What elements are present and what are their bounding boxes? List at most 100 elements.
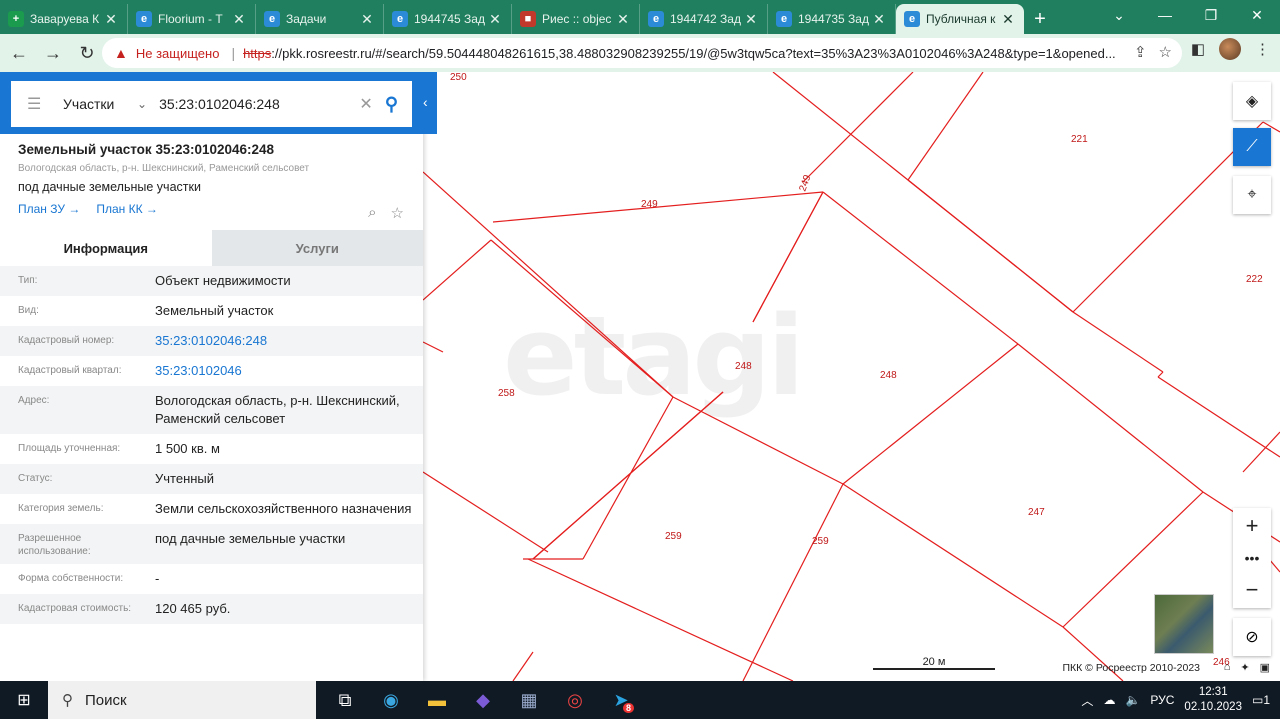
info-key: Статус: (18, 473, 53, 484)
bookmark-star-icon[interactable]: ☆ (1159, 43, 1172, 61)
green-plus-icon: + (8, 11, 24, 27)
close-tab-icon[interactable]: ✕ (359, 11, 375, 28)
fullscreen-icon[interactable]: ▣ (1260, 661, 1270, 674)
collapse-panel-icon[interactable]: ‹ (423, 94, 428, 110)
close-tab-icon[interactable]: ✕ (487, 11, 503, 28)
browser-tab[interactable]: e Floorium - Т ✕ (128, 4, 256, 34)
browser-tab[interactable]: e Задачи ✕ (256, 4, 384, 34)
compass-button[interactable]: ⊘ (1233, 618, 1271, 656)
zoom-out-button[interactable]: − (1246, 577, 1259, 603)
search-doc-icon[interactable]: ⌕ (368, 204, 376, 222)
etagi-icon: e (136, 11, 152, 27)
info-value[interactable]: 35:23:0102046:248 (155, 332, 423, 350)
chevron-down-icon[interactable]: ⌄ (1096, 0, 1142, 30)
satellite-minimap[interactable] (1154, 594, 1214, 654)
forward-icon[interactable]: → (38, 38, 68, 68)
browser-tab[interactable]: e 1944745 Зад ✕ (384, 4, 512, 34)
clock[interactable]: 12:31 02.10.2023 (1184, 685, 1242, 715)
close-tab-icon[interactable]: ✕ (231, 11, 247, 28)
chevron-down-icon[interactable]: ⌄ (137, 97, 147, 111)
share-icon[interactable]: ⇪ (1134, 43, 1147, 61)
plan-kk-link[interactable]: План КК → (96, 202, 158, 216)
close-tab-icon[interactable]: ✕ (615, 11, 631, 28)
tab-info[interactable]: Информация (0, 230, 212, 266)
parcel-boundary (907, 72, 984, 181)
ruler-icon: ⟋ (1246, 138, 1258, 155)
menu-icon[interactable]: ⋮ (1255, 40, 1270, 58)
search-type-select[interactable]: Участки (63, 96, 123, 112)
taskbar-search[interactable]: ⚲ Поиск (48, 681, 316, 719)
hamburger-icon[interactable]: ☰ (27, 94, 43, 114)
browser-tab[interactable]: + Заваруева К ✕ (0, 4, 128, 34)
info-value: Учтенный (155, 471, 215, 486)
chevron-up-icon[interactable]: ︿ (1081, 692, 1093, 709)
notification-icon[interactable]: ▭1 (1252, 693, 1270, 707)
date: 02.10.2023 (1184, 701, 1242, 713)
close-tab-icon[interactable]: ✕ (1000, 11, 1016, 28)
profile-avatar[interactable] (1219, 38, 1241, 60)
chrome-icon[interactable]: ◎ (552, 681, 598, 719)
parcel-label[interactable]: 221 (1071, 134, 1088, 145)
parcel-label[interactable]: 249 (641, 199, 658, 210)
windows-start-icon[interactable]: ⊞ (0, 681, 48, 719)
locate-button[interactable]: ⌖ (1233, 176, 1271, 214)
language-indicator[interactable]: РУС (1150, 693, 1174, 707)
back-icon[interactable]: ← (4, 38, 34, 68)
zoom-in-button[interactable]: + (1246, 513, 1259, 539)
info-value: 1 500 кв. м (155, 441, 220, 456)
parcel-label[interactable]: 222 (1246, 274, 1263, 285)
cadastral-map[interactable]: etagi 250 249 249 221 222 258 248 248 259 259 247 2… (423, 72, 1280, 681)
parcel-boundary (423, 171, 674, 398)
close-tab-icon[interactable]: ✕ (103, 11, 119, 28)
layers-button[interactable]: ◈ (1233, 82, 1271, 120)
new-tab-button[interactable]: + (1024, 4, 1056, 34)
cloud-icon[interactable]: ☁ (1103, 693, 1115, 707)
plan-zu-link[interactable]: План ЗУ → (18, 202, 80, 216)
clear-icon[interactable]: ✕ (359, 94, 372, 114)
info-value: под дачные земельные участки (155, 531, 346, 546)
info-key: Кадастровый номер: (18, 335, 115, 346)
file-explorer-icon[interactable]: ▬ (414, 681, 460, 719)
address-bar[interactable]: ▲ Не защищено | https://pkk.rosreestr.ru… (102, 38, 1182, 68)
favorite-star-icon[interactable]: ☆ (391, 204, 404, 222)
search-box: ☰ Участки ⌄ 35:23:0102046:248 ✕ ⚲ (11, 81, 412, 127)
parcel-label[interactable]: 248 (880, 370, 897, 381)
app-icon[interactable]: ◆ (460, 681, 506, 719)
browser-tab[interactable]: e 1944735 Зад ✕ (768, 4, 896, 34)
restore-icon[interactable]: ❐ (1188, 0, 1234, 30)
browser-tab[interactable]: e Публичная к ✕ (896, 4, 1024, 34)
tab-services[interactable]: Услуги (211, 230, 423, 266)
not-secure-label[interactable]: Не защищено (136, 46, 220, 61)
info-value[interactable]: 35:23:0102046 (155, 362, 423, 380)
home-icon[interactable]: ⌂ (1224, 661, 1231, 674)
measure-button[interactable]: ⟋ (1233, 128, 1271, 166)
parcel-label[interactable]: 250 (450, 72, 467, 83)
close-tab-icon[interactable]: ✕ (743, 11, 759, 28)
parcel-label[interactable]: 259 (665, 531, 682, 542)
telegram-icon[interactable]: ➤ 8 (598, 681, 644, 719)
close-window-icon[interactable]: ✕ (1234, 0, 1280, 30)
zoom-controls: + ••• − (1233, 508, 1271, 608)
minimize-icon[interactable]: — (1142, 0, 1188, 30)
task-view-icon[interactable]: ⧉ (322, 681, 368, 719)
calculator-icon[interactable]: ▦ (506, 681, 552, 719)
parcel-label[interactable]: 248 (735, 361, 752, 372)
parcel-label[interactable]: 258 (498, 388, 515, 399)
edge-icon[interactable]: ◉ (368, 681, 414, 719)
center-icon[interactable]: ✦ (1240, 661, 1249, 674)
search-input[interactable]: 35:23:0102046:248 (159, 96, 359, 112)
browser-tab[interactable]: ■ Риес :: objec ✕ (512, 4, 640, 34)
close-tab-icon[interactable]: ✕ (871, 11, 887, 28)
parcel-label[interactable]: 259 (812, 536, 829, 547)
parcel-boundary (752, 191, 824, 323)
search-icon[interactable]: ⚲ (385, 94, 398, 115)
url-text[interactable]: https://pkk.rosreestr.ru/#/search/59.504… (243, 46, 1116, 61)
reload-icon[interactable]: ↻ (72, 38, 102, 68)
tab-title: Риес :: objec (542, 12, 612, 26)
more-icon[interactable]: ••• (1245, 550, 1260, 566)
sidebar-icon[interactable]: ◧ (1191, 40, 1205, 58)
parcel-label[interactable]: 249 (797, 173, 813, 193)
parcel-label[interactable]: 247 (1028, 507, 1045, 518)
browser-tab[interactable]: e 1944742 Зад ✕ (640, 4, 768, 34)
volume-icon[interactable]: 🔈 (1125, 693, 1140, 707)
